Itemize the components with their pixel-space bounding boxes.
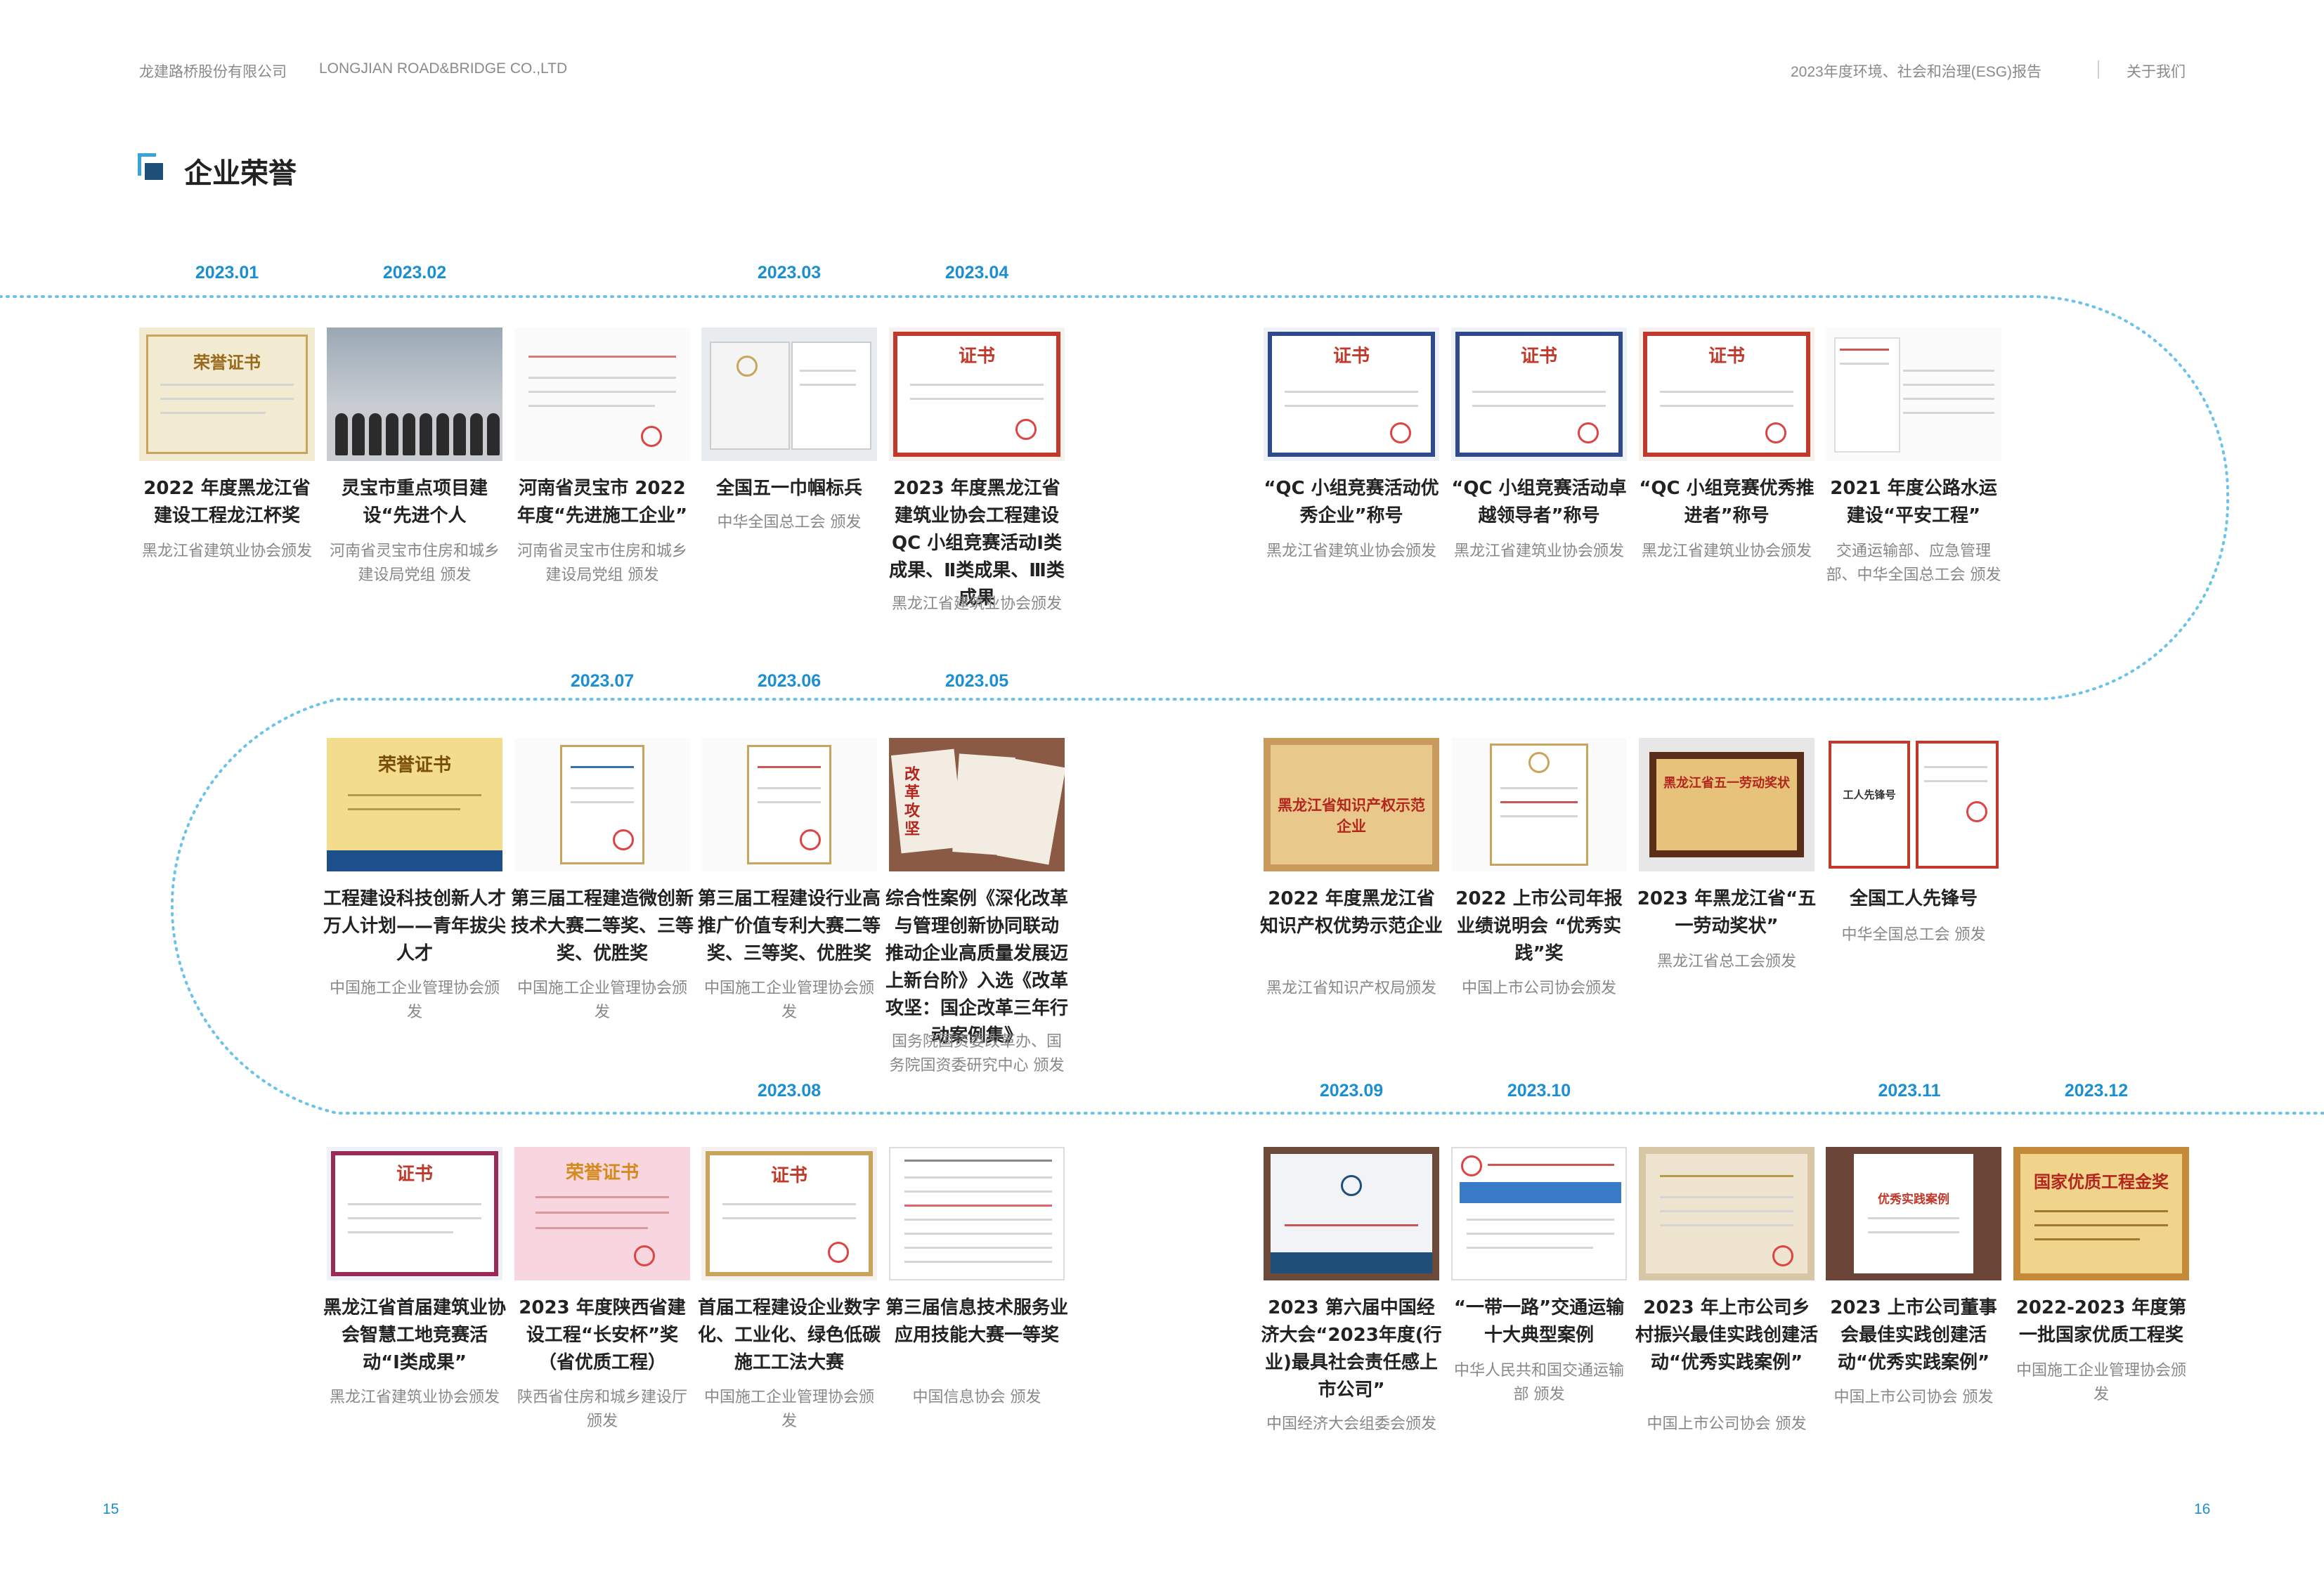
- award-title-a2: 灵宝市重点项目建设“先进个人: [341, 478, 488, 526]
- award-title-b5: 2022 年度黑龙江省知识产权优势示范企业: [1260, 888, 1443, 937]
- award-org-c4: 中国信息协会 颁发: [912, 1389, 1041, 1406]
- award-org-a5: 黑龙江省建筑业协会颁发: [891, 595, 1062, 613]
- award-image-a3: [514, 327, 690, 461]
- award-image-b6: [1451, 738, 1627, 871]
- date-2023-05: 2023.05: [944, 671, 1009, 691]
- award-title-b1: 工程建设科技创新人才万人计划——青年拔尖人才: [323, 888, 507, 964]
- award-title-c6: “一带一路”交通运输十大典型案例: [1453, 1297, 1625, 1346]
- date-2023-01: 2023.01: [195, 263, 259, 283]
- award-image-c2: 荣誉证书: [514, 1147, 690, 1280]
- award-org-c1: 黑龙江省建筑业协会颁发: [329, 1389, 500, 1406]
- award-image-c4: [889, 1147, 1065, 1280]
- award-image-a7: 证书: [1451, 327, 1627, 461]
- page-number-left: 15: [103, 1501, 119, 1517]
- award-title-c2: 2023 年度陕西省建设工程“长安杯”奖（省优质工程）: [519, 1297, 686, 1373]
- award-image-a9: [1826, 327, 2001, 461]
- award-image-a1: 荣誉证书: [139, 327, 315, 461]
- award-org-c5: 中国经济大会组委会颁发: [1266, 1415, 1436, 1433]
- award-title-a3: 河南省灵宝市 2022 年度“先进施工企业”: [517, 478, 688, 526]
- award-title-a1: 2022 年度黑龙江省建设工程龙江杯奖: [143, 478, 311, 526]
- date-2023-06: 2023.06: [757, 671, 822, 691]
- award-title-b6: 2022 上市公司年报业绩说明会 “优秀实践”奖: [1455, 888, 1623, 964]
- award-title-c9: 2022-2023 年度第一批国家优质工程奖: [2015, 1297, 2187, 1346]
- award-title-b2: 第三届工程建造微创新技术大赛二等奖、三等奖、优胜奖: [511, 888, 694, 964]
- award-image-a6: 证书: [1264, 327, 1439, 461]
- award-title-b7: 2023 年黑龙江省“五一劳动奖状”: [1637, 888, 1817, 937]
- award-org-a6: 黑龙江省建筑业协会颁发: [1266, 543, 1436, 560]
- award-org-b7: 黑龙江省总工会颁发: [1656, 953, 1796, 971]
- award-image-b3: [701, 738, 877, 871]
- award-title-c1: 黑龙江省首届建筑业协会智慧工地竞赛活动“I类成果”: [323, 1297, 507, 1373]
- award-image-c8: 优秀实践案例: [1826, 1147, 2001, 1280]
- date-2023-08: 2023.08: [757, 1081, 822, 1101]
- award-title-a9: 2021 年度公路水运建设“平安工程”: [1830, 478, 1997, 526]
- award-org-c7: 中国上市公司协会 颁发: [1647, 1415, 1807, 1433]
- award-org-c3: 中国施工企业管理协会颁发: [703, 1389, 874, 1430]
- award-title-c7: 2023 年上市公司乡村振兴最佳实践创建活动“优秀实践案例”: [1635, 1297, 1819, 1373]
- date-2023-07: 2023.07: [570, 671, 635, 691]
- date-2023-09: 2023.09: [1319, 1081, 1384, 1101]
- date-2023-11: 2023.11: [1878, 1081, 1941, 1101]
- award-title-b4: 综合性案例《深化改革与管理创新协同联动 推动企业高质量发展迈上新台阶》入选《改革…: [885, 888, 1069, 1046]
- award-org-a3: 河南省灵宝市住房和城乡建设局党组 颁发: [517, 543, 687, 584]
- award-image-a8: 证书: [1639, 327, 1815, 461]
- award-org-a7: 黑龙江省建筑业协会颁发: [1453, 543, 1624, 560]
- award-org-a8: 黑龙江省建筑业协会颁发: [1641, 543, 1812, 560]
- award-image-b2: [514, 738, 690, 871]
- award-image-a2: [327, 327, 502, 461]
- award-image-c6: [1451, 1147, 1627, 1280]
- award-image-b1: 荣誉证书: [327, 738, 502, 871]
- page-number-right: 16: [2194, 1501, 2211, 1517]
- award-org-b4: 国务院国资委改革办、国务院国资委研究中心 颁发: [889, 1033, 1065, 1075]
- award-org-a1: 黑龙江省建筑业协会颁发: [141, 543, 312, 560]
- award-image-c9: 国家优质工程金奖: [2013, 1147, 2189, 1280]
- award-image-b8: 工人先锋号: [1826, 738, 2001, 871]
- award-org-b6: 中国上市公司协会颁发: [1461, 980, 1616, 997]
- date-2023-03: 2023.03: [757, 263, 822, 283]
- date-2023-10: 2023.10: [1507, 1081, 1571, 1101]
- date-2023-02: 2023.02: [382, 263, 447, 283]
- date-2023-12: 2023.12: [2064, 1081, 2129, 1101]
- award-image-b4: 改革攻坚: [889, 738, 1065, 871]
- award-image-c5: [1264, 1147, 1439, 1280]
- award-org-b3: 中国施工企业管理协会颁发: [703, 980, 874, 1021]
- award-title-a4: 全国五一巾帼标兵: [715, 478, 862, 499]
- award-title-a8: “QC 小组竞赛优秀推进者”称号: [1639, 478, 1815, 526]
- award-org-b5: 黑龙江省知识产权局颁发: [1266, 980, 1436, 997]
- award-title-c3: 首届工程建设企业数字化、工业化、绿色低碳施工工法大赛: [698, 1297, 881, 1373]
- award-title-b3: 第三届工程建设行业高推广价值专利大赛二等奖、三等奖、优胜奖: [698, 888, 881, 964]
- date-2023-04: 2023.04: [944, 263, 1009, 283]
- award-org-b1: 中国施工企业管理协会颁发: [329, 980, 500, 1021]
- award-title-b8: 全国工人先锋号: [1849, 888, 1978, 909]
- award-image-b5: 黑龙江省知识产权示范企业: [1264, 738, 1439, 871]
- award-image-c1: 证书: [327, 1147, 502, 1280]
- award-image-b7: 黑龙江省五一劳动奖状: [1639, 738, 1815, 871]
- award-title-a7: “QC 小组竞赛活动卓越领导者”称号: [1451, 478, 1627, 526]
- award-title-c4: 第三届信息技术服务业应用技能大赛一等奖: [885, 1297, 1069, 1346]
- award-image-c7: [1639, 1147, 1815, 1280]
- award-org-b8: 中华全国总工会 颁发: [1841, 926, 1986, 944]
- award-org-a9: 交通运输部、应急管理部、中华全国总工会 颁发: [1826, 543, 2001, 584]
- award-title-c5: 2023 第六届中国经济大会“2023年度(行业)最具社会责任感上市公司”: [1261, 1297, 1442, 1401]
- award-image-a4: [701, 327, 877, 461]
- award-org-c8: 中国上市公司协会 颁发: [1833, 1389, 1994, 1406]
- award-org-a2: 河南省灵宝市住房和城乡建设局党组 颁发: [329, 543, 500, 584]
- award-org-c9: 中国施工企业管理协会颁发: [2015, 1362, 2186, 1403]
- award-org-b2: 中国施工企业管理协会颁发: [517, 980, 687, 1021]
- award-org-a4: 中华全国总工会 颁发: [717, 514, 862, 531]
- award-title-a6: “QC 小组竞赛活动优秀企业”称号: [1264, 478, 1439, 526]
- award-org-c2: 陕西省住房和城乡建设厅 颁发: [517, 1389, 687, 1430]
- award-title-a5: 2023 年度黑龙江省建筑业协会工程建设 QC 小组竞赛活动Ⅰ类成果、Ⅱ类成果、…: [889, 478, 1065, 609]
- award-title-c8: 2023 上市公司董事会最佳实践创建活动“优秀实践案例”: [1830, 1297, 1997, 1373]
- award-image-a5: 证书: [889, 327, 1065, 461]
- award-image-c3: 证书: [701, 1147, 877, 1280]
- award-org-c6: 中华人民共和国交通运输部 颁发: [1453, 1362, 1624, 1403]
